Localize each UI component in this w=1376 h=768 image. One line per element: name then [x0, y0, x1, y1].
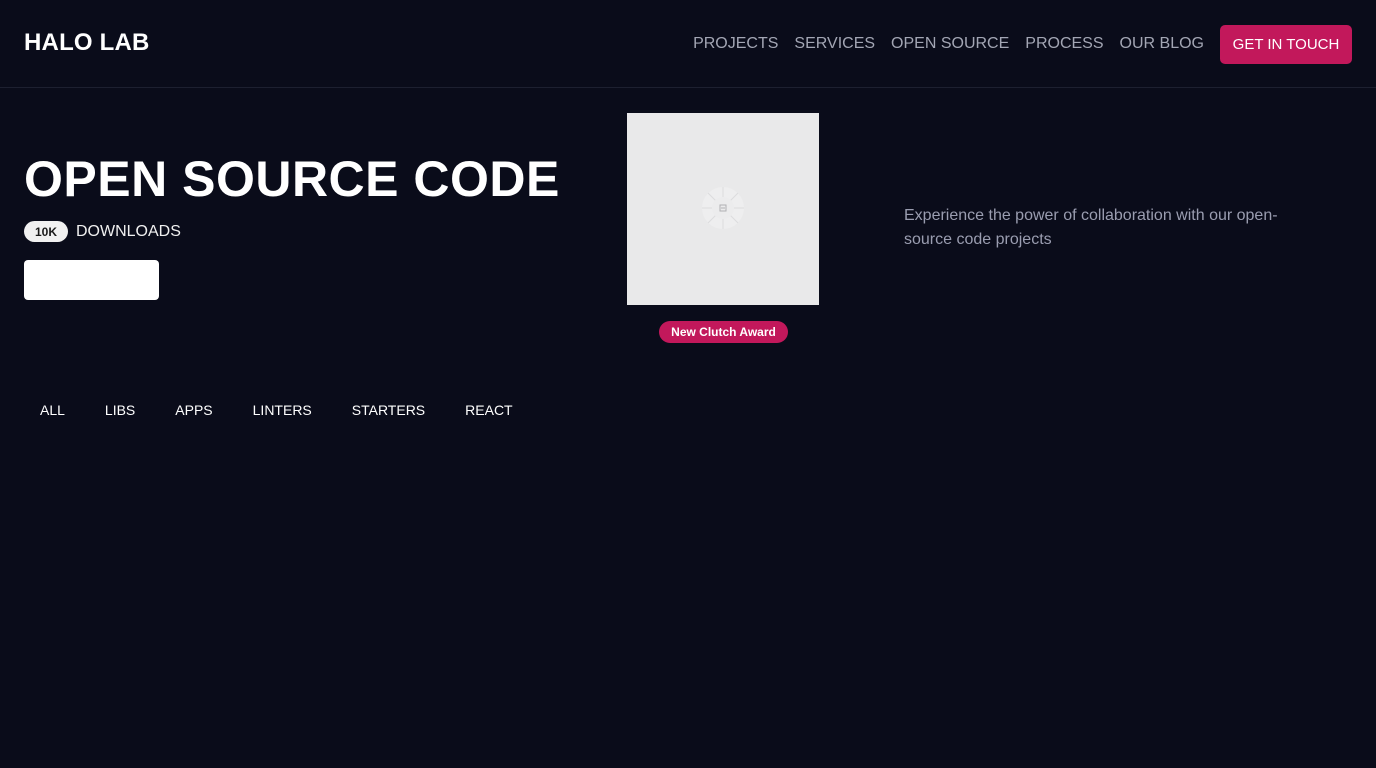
- hero-action-button[interactable]: [24, 260, 159, 300]
- hero-description: Experience the power of collaboration wi…: [904, 207, 1278, 248]
- filter-tab-apps[interactable]: APPS: [159, 394, 228, 426]
- site-header: HALO LAB PROJECTS SERVICES OPEN SOURCE P…: [0, 0, 1376, 88]
- nav-process[interactable]: PROCESS: [1025, 24, 1103, 64]
- nav-projects[interactable]: PROJECTS: [693, 24, 778, 64]
- page-title: OPEN SOURCE CODE: [24, 151, 560, 207]
- downloads-stat: 10K DOWNLOADS: [24, 221, 181, 242]
- award-badge: New Clutch Award: [659, 321, 788, 343]
- loading-spinner-icon: [702, 187, 744, 229]
- nav-open-source[interactable]: OPEN SOURCE: [891, 24, 1009, 64]
- filter-tab-libs[interactable]: LIBS: [89, 394, 151, 426]
- downloads-label: DOWNLOADS: [76, 222, 181, 240]
- filter-tab-all[interactable]: ALL: [24, 394, 81, 426]
- filter-tab-react[interactable]: REACT: [449, 394, 528, 426]
- nav-services[interactable]: SERVICES: [794, 24, 875, 64]
- award-image: [627, 113, 819, 305]
- nav-our-blog[interactable]: OUR BLOG: [1120, 24, 1204, 64]
- filter-tab-linters[interactable]: LINTERS: [237, 394, 328, 426]
- filter-tabs: ALL LIBS APPS LINTERS STARTERS REACT: [24, 394, 537, 426]
- filter-tab-starters[interactable]: STARTERS: [336, 394, 441, 426]
- main-nav: PROJECTS SERVICES OPEN SOURCE PROCESS OU…: [693, 24, 1352, 64]
- logo[interactable]: HALO LAB: [24, 29, 150, 57]
- get-in-touch-button[interactable]: GET IN TOUCH: [1220, 24, 1352, 64]
- downloads-count-badge: 10K: [24, 221, 68, 242]
